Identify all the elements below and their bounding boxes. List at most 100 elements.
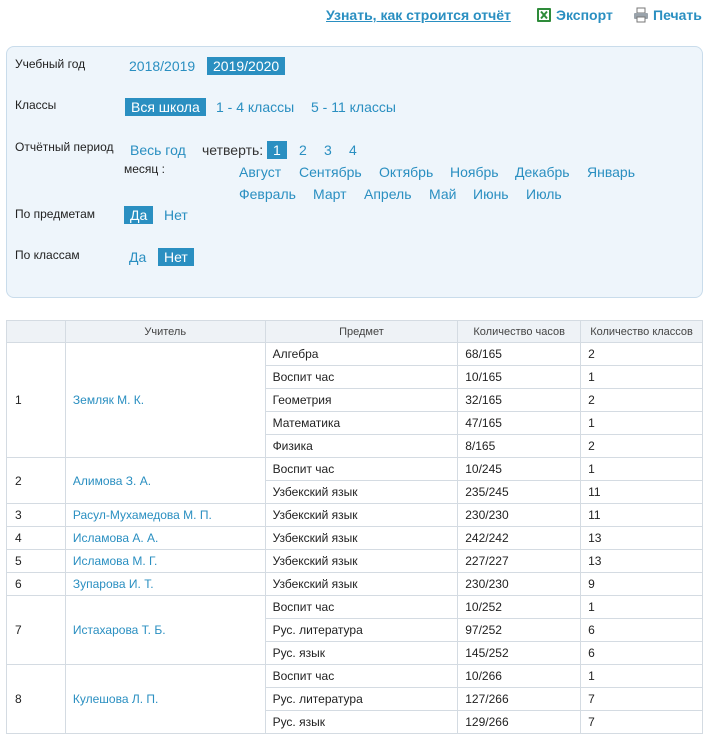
hours-cell: 127/266 [457,687,582,711]
col-header-teacher: Учитель [64,320,266,343]
teacher-cell: Расул-Мухамедова М. П. [64,503,266,527]
by-subject-no[interactable]: Нет [164,206,188,224]
month-option-oct[interactable]: Октябрь [379,163,433,181]
row-number-cell: 8 [6,664,66,734]
month-option-may[interactable]: Май [429,185,456,203]
teacher-link[interactable]: Расул-Мухамедова М. П. [73,508,212,522]
col-header-hours: Количество часов [457,320,582,343]
classes-option-5-11[interactable]: 5 - 11 классы [311,98,396,116]
hours-cell: 47/165 [457,411,582,435]
classes-option-whole-school[interactable]: Вся школа [125,98,206,116]
hours-cell: 10/245 [457,457,582,481]
row-number-cell: 5 [6,549,66,573]
teacher-cell: Исламова М. Г. [64,549,266,573]
filter-panel: Учебный год 2018/2019 2019/2020 Классы В… [6,46,703,298]
by-subject-label: По предметам [15,207,96,221]
subject-cell: Узбекский язык [264,526,459,550]
teacher-link[interactable]: Земляк М. К. [73,393,144,407]
teacher-cell: Истахарова Т. Б. [64,595,266,665]
year-option-2018-2019[interactable]: 2018/2019 [129,57,195,75]
by-class-label: По классам [15,248,80,262]
hours-cell: 230/230 [457,572,582,596]
table-header-row: Учитель Предмет Количество часов Количес… [6,320,703,343]
year-option-2019-2020[interactable]: 2019/2020 [207,57,286,75]
table-row: 2 Алимова З. А. Воспит час 10/245 1 [6,457,703,504]
classes-label: Классы [15,98,57,112]
classes-count-cell: 6 [580,618,703,642]
month-option-feb[interactable]: Февраль [239,185,296,203]
subject-cell: Математика [264,411,459,435]
subject-cell: Физика [264,434,459,458]
teacher-link[interactable]: Зупарова И. Т. [73,577,154,591]
hours-cell: 10/266 [457,664,582,688]
quarter-option-1[interactable]: 1 [267,141,287,159]
row-number-cell: 4 [6,526,66,550]
col-header-number [6,320,66,343]
hours-cell: 235/245 [457,480,582,504]
subject-cell: Узбекский язык [264,572,459,596]
month-label: месяц : [124,162,165,176]
teacher-link[interactable]: Истахарова Т. Б. [73,623,166,637]
quarter-option-4[interactable]: 4 [349,141,357,159]
how-report-built-link[interactable]: Узнать, как строится отчёт [326,7,511,23]
hours-cell: 242/242 [457,526,582,550]
classes-count-cell: 7 [580,687,703,711]
month-option-jul[interactable]: Июль [526,185,562,203]
subject-cell: Воспит час [264,457,459,481]
period-whole-year[interactable]: Весь год [130,141,186,159]
classes-option-1-4[interactable]: 1 - 4 классы [216,98,294,116]
subject-cell: Рус. литература [264,687,459,711]
hours-cell: 10/165 [457,365,582,389]
classes-count-cell: 2 [580,388,703,412]
by-subject-yes[interactable]: Да [124,206,154,224]
month-option-apr[interactable]: Апрель [364,185,412,203]
teacher-link[interactable]: Алимова З. А. [73,474,151,488]
hours-cell: 230/230 [457,503,582,527]
report-toolbar: Узнать, как строится отчёт Экспорт Печат… [0,0,709,32]
subject-cell: Узбекский язык [264,503,459,527]
quarter-option-3[interactable]: 3 [324,141,332,159]
month-option-jun[interactable]: Июнь [473,185,509,203]
table-row: 5 Исламова М. Г. Узбекский язык 227/227 13 [6,549,703,573]
export-button[interactable]: Экспорт [536,7,613,23]
table-body: 1 Земляк М. К. Алгебра 68/165 2 Воспит час 10/… [6,342,703,734]
teacher-link[interactable]: Исламова М. Г. [73,554,158,568]
subject-cell: Геометрия [264,388,459,412]
period-label: Отчётный период [15,140,114,154]
hours-cell: 145/252 [457,641,582,665]
hours-cell: 227/227 [457,549,582,573]
classes-count-cell: 1 [580,595,703,619]
subject-cell: Рус. литература [264,618,459,642]
table-row: 4 Исламова А. А. Узбекский язык 242/242 13 [6,526,703,550]
by-class-yes[interactable]: Да [129,248,146,266]
month-option-mar[interactable]: Март [313,185,347,203]
hours-cell: 129/266 [457,710,582,734]
hours-cell: 68/165 [457,342,582,366]
teacher-link[interactable]: Исламова А. А. [73,531,158,545]
col-header-subject: Предмет [264,320,459,343]
month-option-jan[interactable]: Январь [587,163,635,181]
table-row: 8 Кулешова Л. П. Воспит час 10/266 1 [6,664,703,734]
by-class-no[interactable]: Нет [158,248,194,266]
teacher-cell: Исламова А. А. [64,526,266,550]
classes-count-cell: 6 [580,641,703,665]
classes-count-cell: 13 [580,526,703,550]
month-option-sep[interactable]: Сентябрь [299,163,362,181]
month-option-aug[interactable]: Август [239,163,281,181]
col-header-classes: Количество классов [580,320,703,343]
print-button[interactable]: Печать [633,7,702,23]
row-number-cell: 7 [6,595,66,665]
month-option-nov[interactable]: Ноябрь [450,163,499,181]
subject-cell: Воспит час [264,595,459,619]
teacher-link[interactable]: Кулешова Л. П. [73,692,158,706]
row-number-cell: 2 [6,457,66,504]
table-row: 3 Расул-Мухамедова М. П. Узбекский язык 230… [6,503,703,527]
hours-cell: 8/165 [457,434,582,458]
table-row: 6 Зупарова И. Т. Узбекский язык 230/230 9 [6,572,703,596]
subject-cell: Рус. язык [264,641,459,665]
classes-count-cell: 13 [580,549,703,573]
classes-count-cell: 9 [580,572,703,596]
month-option-dec[interactable]: Декабрь [515,163,570,181]
quarter-option-2[interactable]: 2 [299,141,307,159]
teacher-cell: Земляк М. К. [64,342,266,458]
